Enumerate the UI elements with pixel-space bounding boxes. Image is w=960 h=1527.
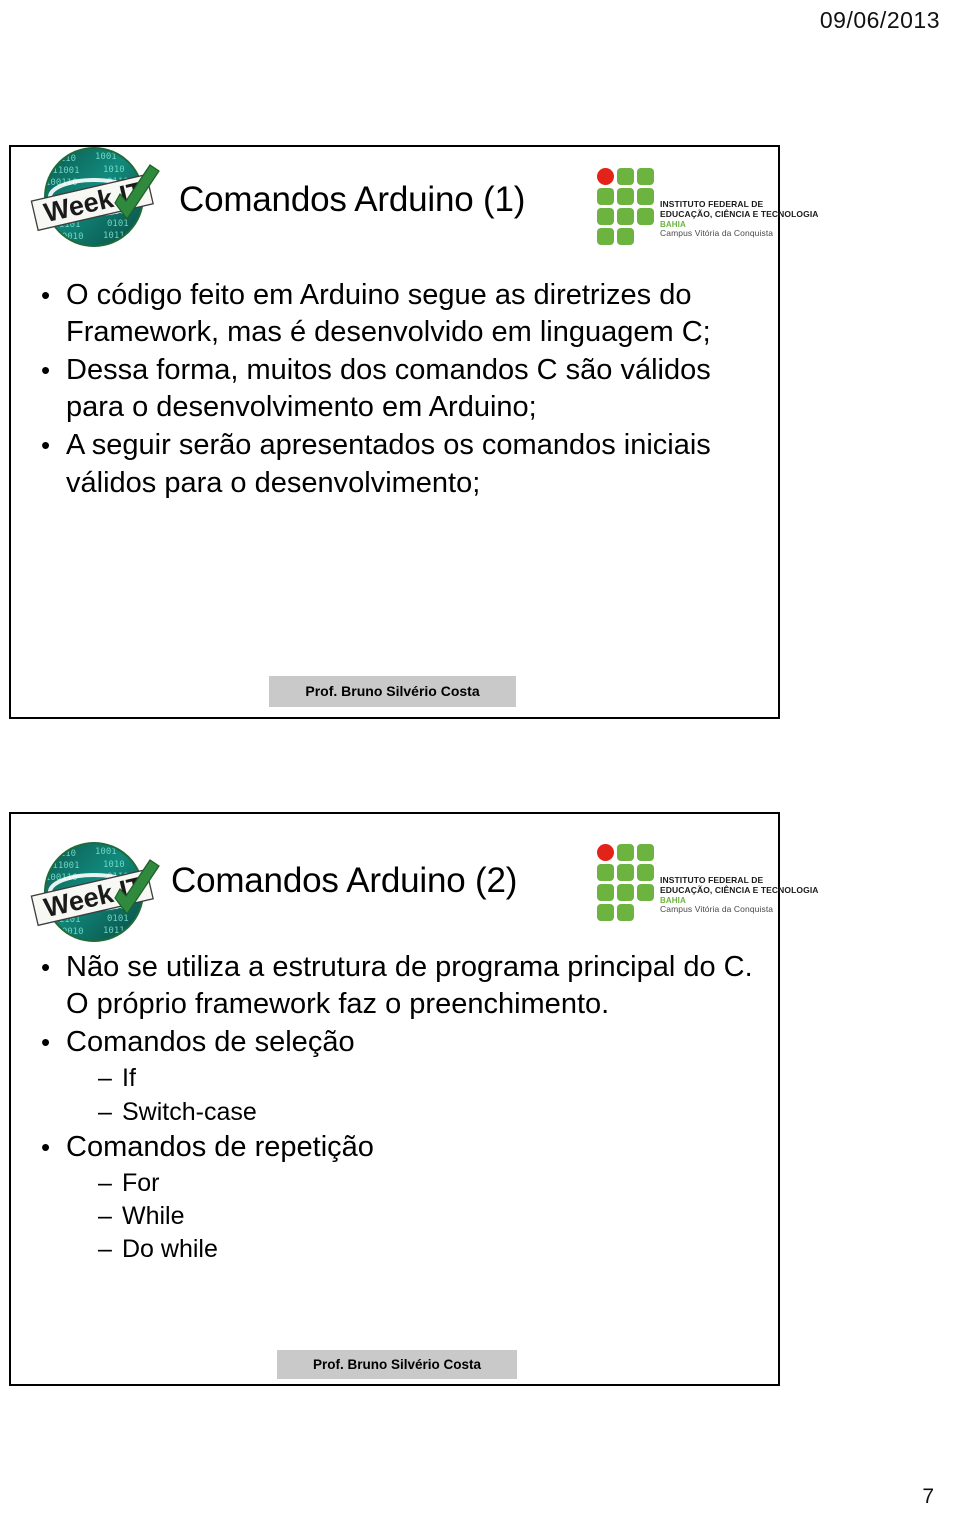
svg-text:1011: 1011 (103, 926, 125, 936)
sub-bullet-item: – Do while (98, 1233, 753, 1266)
ifba-cell (597, 228, 614, 245)
bullet-marker-icon: • (41, 1131, 51, 1162)
sub-bullet-text: While (122, 1202, 185, 1231)
dash-marker-icon: – (98, 1097, 112, 1126)
ifba-dot-red (597, 168, 614, 185)
dash-marker-icon: – (98, 1064, 112, 1093)
ifba-cell (597, 884, 614, 901)
svg-text:0101: 0101 (107, 219, 129, 229)
svg-text:0101: 0101 (107, 914, 129, 924)
svg-text:1010: 1010 (103, 860, 125, 870)
sub-bullet-text: If (122, 1064, 136, 1093)
ifba-cell (597, 864, 614, 881)
ifba-logo: INSTITUTO FEDERAL DE EDUCAÇÃO, CIÊNCIA E… (597, 168, 819, 245)
ifba-logo-grid (597, 844, 654, 921)
slide-2: 101101001 0110011010 1001100110 01101010… (9, 812, 818, 1386)
ifba-line-2: EDUCAÇÃO, CIÊNCIA E TECNOLOGIA (660, 884, 819, 895)
ifba-cell (617, 844, 634, 861)
svg-text:1001: 1001 (95, 847, 117, 857)
ifba-cell-empty (637, 228, 654, 245)
bullet-text: Comandos de seleção (66, 1026, 355, 1059)
ifba-cell (617, 208, 634, 225)
ifba-cell (637, 864, 654, 881)
sub-bullet-item: – If (98, 1062, 753, 1095)
sub-bullet-text: Do while (122, 1235, 218, 1264)
bullet-text: O código feito em Arduino segue as diret… (66, 279, 711, 349)
page-number: 7 (922, 1485, 934, 1508)
svg-text:1011: 1011 (103, 231, 125, 241)
dash-marker-icon: – (98, 1168, 112, 1197)
bullet-item: • Não se utiliza a estrutura de programa… (41, 949, 753, 1023)
sub-bullet-text: Switch-case (122, 1097, 257, 1126)
bullet-marker-icon: • (41, 952, 51, 982)
ifba-logo: INSTITUTO FEDERAL DE EDUCAÇÃO, CIÊNCIA E… (597, 844, 819, 921)
ifba-cell (597, 904, 614, 921)
bullet-marker-icon: • (41, 430, 51, 461)
ifba-line-4: Campus Vitória da Conquista (660, 227, 774, 238)
ifba-logo-grid (597, 168, 654, 245)
slide-2-title: Comandos Arduino (2) (171, 861, 518, 900)
bullet-marker-icon: • (41, 355, 51, 386)
presenter-badge: Prof. Bruno Silvério Costa (277, 1350, 517, 1379)
sub-bullet-text: For (122, 1168, 160, 1197)
ifba-cell (617, 188, 634, 205)
bullet-item: • Comandos de repetição (41, 1129, 753, 1166)
bullet-item: • Dessa forma, muitos dos comandos C são… (41, 352, 753, 426)
bullet-marker-icon: • (41, 1027, 51, 1058)
sub-bullet-item: – While (98, 1200, 753, 1233)
page-date: 09/06/2013 (819, 7, 940, 33)
bullet-item: • A seguir serão apresentados os comando… (41, 427, 753, 501)
ifba-cell (617, 884, 634, 901)
bullet-text: Comandos de repetição (66, 1130, 374, 1163)
ifba-cell (617, 168, 634, 185)
sub-bullet-item: – Switch-case (98, 1096, 753, 1129)
ifba-cell-empty (637, 904, 654, 921)
svg-text:1001: 1001 (95, 152, 117, 162)
sub-bullet-item: – For (98, 1167, 753, 1200)
slide-1: 101101001 0110011010 1001100110 01101010… (9, 145, 818, 719)
ifba-cell (617, 904, 634, 921)
slide-2-bullet-list: • Não se utiliza a estrutura de programa… (41, 949, 753, 1267)
week-it-logo: 101101001 0110011010 1001100110 01101010… (23, 836, 165, 948)
ifba-cell (637, 884, 654, 901)
ifba-cell (597, 208, 614, 225)
ifba-line-4: Campus Vitória da Conquista (660, 903, 774, 914)
bullet-text: Dessa forma, muitos dos comandos C são v… (66, 354, 711, 424)
ifba-line-2: EDUCAÇÃO, CIÊNCIA E TECNOLOGIA (660, 208, 819, 219)
ifba-cell (637, 208, 654, 225)
ifba-cell (637, 844, 654, 861)
week-it-logo: 101101001 0110011010 1001100110 01101010… (23, 141, 165, 253)
bullet-item: • Comandos de seleção (41, 1024, 753, 1061)
bullet-marker-icon: • (41, 280, 51, 310)
slide-1-title: Comandos Arduino (1) (179, 180, 526, 219)
dash-marker-icon: – (98, 1235, 112, 1264)
ifba-cell (617, 864, 634, 881)
ifba-cell (597, 188, 614, 205)
ifba-dot-red (597, 844, 614, 861)
presenter-badge: Prof. Bruno Silvério Costa (269, 676, 516, 707)
bullet-text: A seguir serão apresentados os comandos … (66, 429, 711, 499)
slide-1-bullet-list: • O código feito em Arduino segue as dir… (41, 277, 753, 503)
dash-marker-icon: – (98, 1202, 112, 1231)
bullet-item: • O código feito em Arduino segue as dir… (41, 277, 753, 351)
bullet-text: Não se utiliza a estrutura de programa p… (66, 951, 753, 1021)
svg-text:1010: 1010 (103, 165, 125, 175)
ifba-cell (617, 228, 634, 245)
ifba-cell (637, 168, 654, 185)
ifba-cell (637, 188, 654, 205)
